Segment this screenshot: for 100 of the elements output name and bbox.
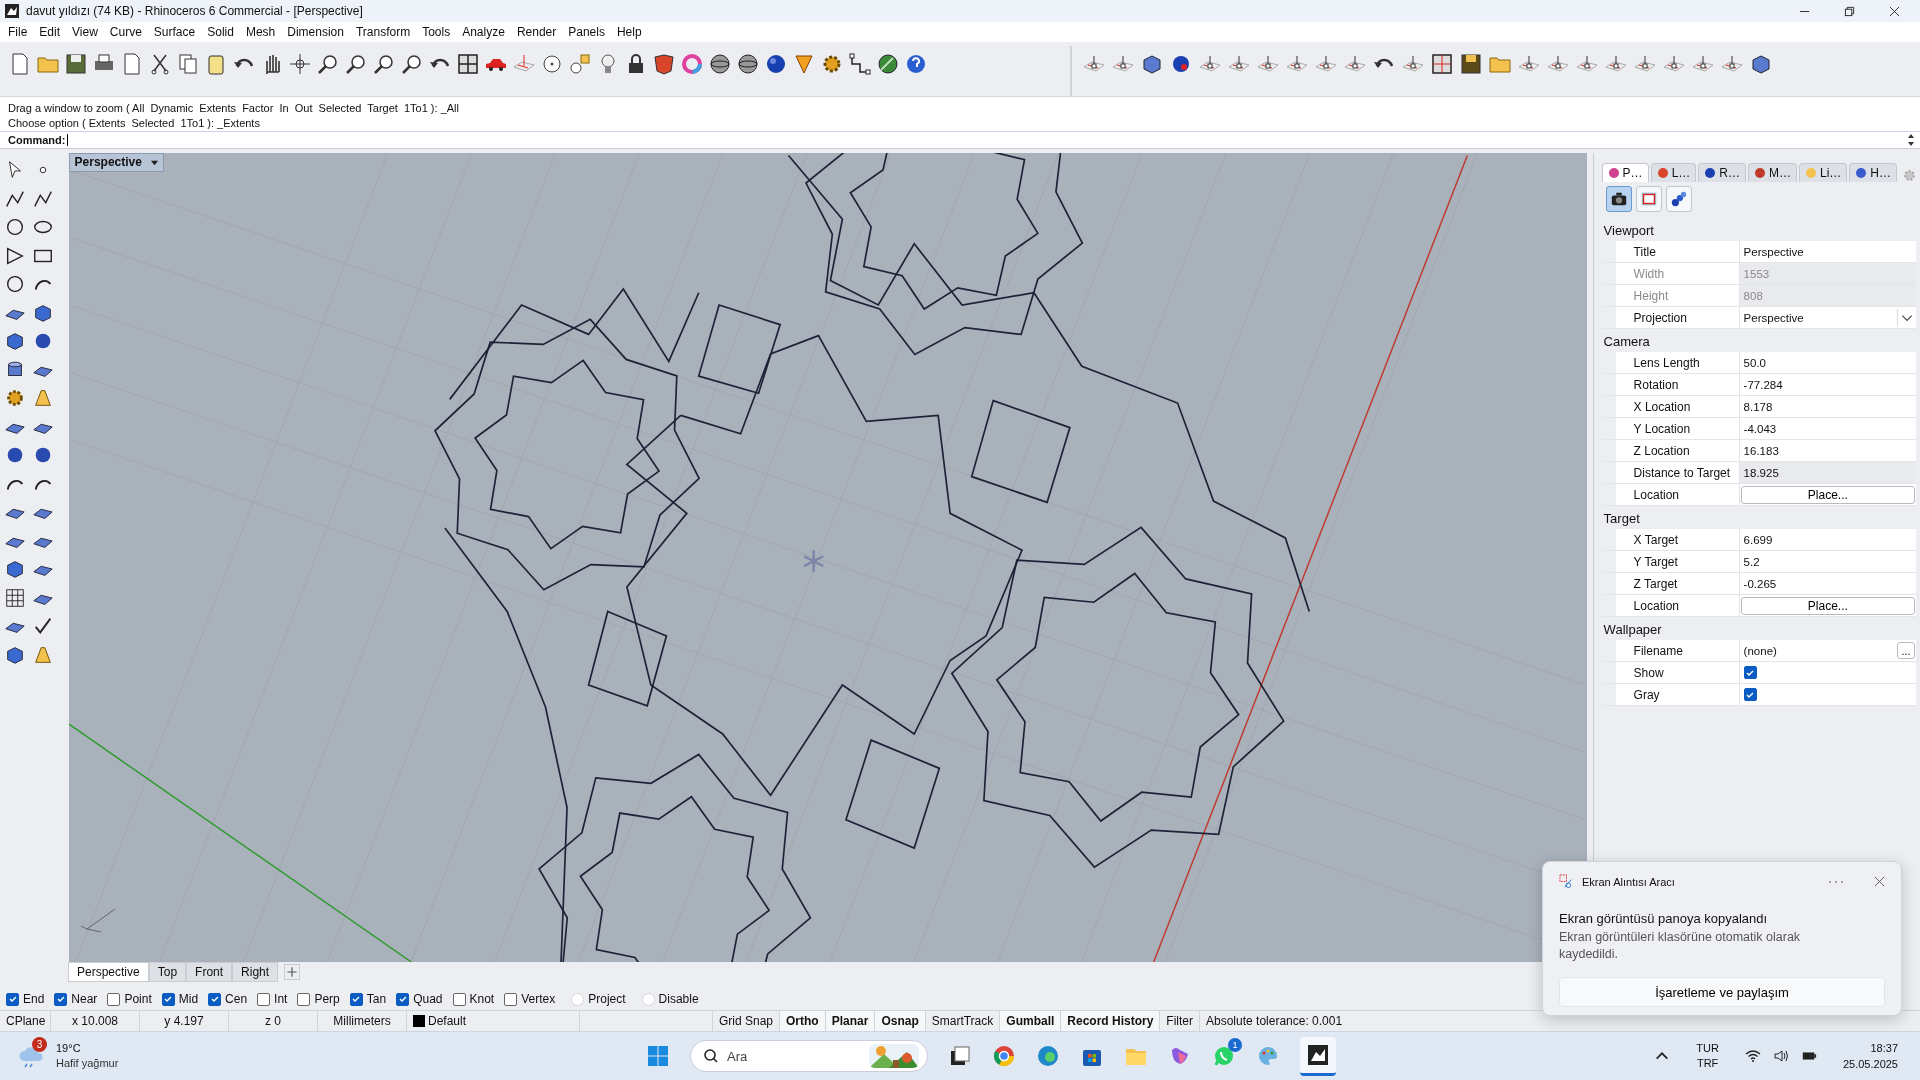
property-value[interactable]: -0.265 [1739,573,1916,594]
toast-action-button[interactable]: İşaretleme ve paylaşım [1559,977,1885,1007]
keyboard-layout: TRF [1696,1056,1719,1071]
property-value[interactable]: (none) [1739,640,1897,661]
panel-tab[interactable]: P… [1601,163,1649,182]
property-label: Projection [1601,307,1740,328]
property-value[interactable]: -77.284 [1739,374,1916,395]
osnap-option[interactable]: Vertex [504,992,556,1006]
status-toggle[interactable]: Planar [825,1011,876,1031]
osnap-option[interactable]: Perp [297,992,340,1006]
property-value[interactable]: 50.0 [1739,352,1916,373]
property-value[interactable]: 16.183 [1739,440,1916,461]
status-cell-text: Absolute tolerance: 0.001 [1205,1013,1344,1030]
menu-item[interactable]: View [68,25,106,39]
property-value[interactable]: Perspective [1739,241,1916,262]
place-button[interactable]: Place... [1740,485,1915,504]
command-history-line: Drag a window to zoom ( All Dynamic Extents Factor In Out Selected Target 1To1 ): _All [8,101,460,116]
menu-item[interactable]: Help [612,25,650,39]
osnap-option[interactable]: Quad [396,992,443,1006]
status-toggle[interactable]: Gumball [1000,1011,1062,1031]
menu-item[interactable]: Mesh [241,25,284,39]
property-label: Y Target [1601,551,1740,572]
panel-tab[interactable]: H… [1849,163,1897,182]
property-label: Filename [1601,640,1740,661]
temperature: 19°C [56,1041,82,1056]
viewport-tab[interactable]: Right [232,962,279,982]
weather-condition: Hafif yağmur [56,1056,119,1071]
browse-button[interactable]: ... [1897,642,1915,659]
osnap-option[interactable]: Tan [349,992,387,1006]
property-label: X Target [1601,529,1740,550]
section-header: Camera [1602,333,1651,351]
menu-item[interactable]: Transform [351,25,419,39]
section-header: Wallpaper [1602,621,1663,639]
property-value[interactable]: 6.699 [1739,529,1916,550]
menu-item[interactable]: Render [512,25,565,39]
menu-item[interactable]: File [4,25,36,39]
command-label: Command: [8,134,66,146]
property-label: X Location [1601,396,1740,417]
status-toggle[interactable]: Osnap [875,1011,926,1031]
place-button[interactable]: Place... [1740,596,1915,615]
osnap-option[interactable]: Point [107,992,152,1006]
menu-item[interactable]: Tools [418,25,459,39]
property-label: Width [1601,263,1740,284]
panel-tab[interactable]: L… [1650,163,1697,182]
clock[interactable]: 18:37 25.05.2025 [1842,1040,1898,1072]
search-field[interactable]: Ara [690,1040,928,1072]
property-label: Height [1601,285,1740,306]
osnap-option[interactable]: Project [565,992,626,1006]
property-label: Gray [1601,684,1740,705]
time: 18:37 [1870,1041,1898,1056]
search-placeholder: Ara [727,1048,749,1064]
notification-badge: 1 [1228,1038,1242,1052]
property-label: Lens Length [1601,352,1740,373]
input-language[interactable]: TUR TRF [1696,1041,1719,1071]
osnap-option[interactable]: Int [257,992,288,1006]
property-value: 18.925 [1739,462,1916,483]
property-label: Y Location [1601,418,1740,439]
property-label: Show [1601,662,1740,683]
notification-badge: 3 [32,1037,47,1052]
property-label: Location [1601,595,1740,616]
date: 25.05.2025 [1842,1057,1898,1072]
property-label: Rotation [1601,374,1740,395]
section-header: Viewport [1602,222,1655,240]
viewport-tab[interactable]: Front [186,962,233,982]
property-value[interactable]: 8.178 [1739,396,1916,417]
panel-tab[interactable]: Li… [1799,163,1848,182]
layer-name: Default [428,1014,467,1028]
language-code: TUR [1696,1041,1719,1056]
property-value[interactable]: 5.2 [1739,551,1916,572]
menu-item[interactable]: Curve [105,25,150,39]
osnap-option[interactable]: End [6,992,45,1006]
property-label: Distance to Target [1601,462,1740,483]
osnap-option[interactable]: Knot [452,992,495,1006]
osnap-option[interactable]: Mid [161,992,199,1006]
panel-tab[interactable]: M… [1748,163,1797,182]
menu-item[interactable]: Analyze [458,25,513,39]
viewport-tab[interactable]: Top [148,962,187,982]
menu-item[interactable]: Solid [203,25,242,39]
viewport-tab[interactable]: Perspective [68,962,149,982]
property-value[interactable]: -4.043 [1739,418,1916,439]
section-header: Target [1602,510,1641,528]
property-value: 1553 [1739,263,1916,284]
menu-item[interactable]: Surface [149,25,204,39]
property-value: 808 [1739,285,1916,306]
panel-tab[interactable]: R… [1698,163,1746,182]
property-label: Z Location [1601,440,1740,461]
status-toggle[interactable]: Ortho [780,1011,826,1031]
status-toggle[interactable]: Record History [1061,1011,1161,1031]
window-title: davut yıldızı (74 KB) - Rhinoceros 6 Commercial - [Perspective] [26,4,363,18]
menu-item[interactable]: Panels [564,25,613,39]
menu-item[interactable]: Dimension [283,25,352,39]
viewport-title[interactable]: Perspective [68,153,164,172]
osnap-option[interactable]: Cen [208,992,248,1006]
osnap-option[interactable]: Disable [635,992,699,1006]
menu-item[interactable]: Edit [35,25,69,39]
property-label: Title [1601,241,1740,262]
dropdown-value[interactable]: Perspective [1739,307,1897,328]
command-history-line: Choose option ( Extents Selected 1To1 ): _Extents [8,116,261,131]
property-label: Z Target [1601,573,1740,594]
osnap-option[interactable]: Near [54,992,98,1006]
